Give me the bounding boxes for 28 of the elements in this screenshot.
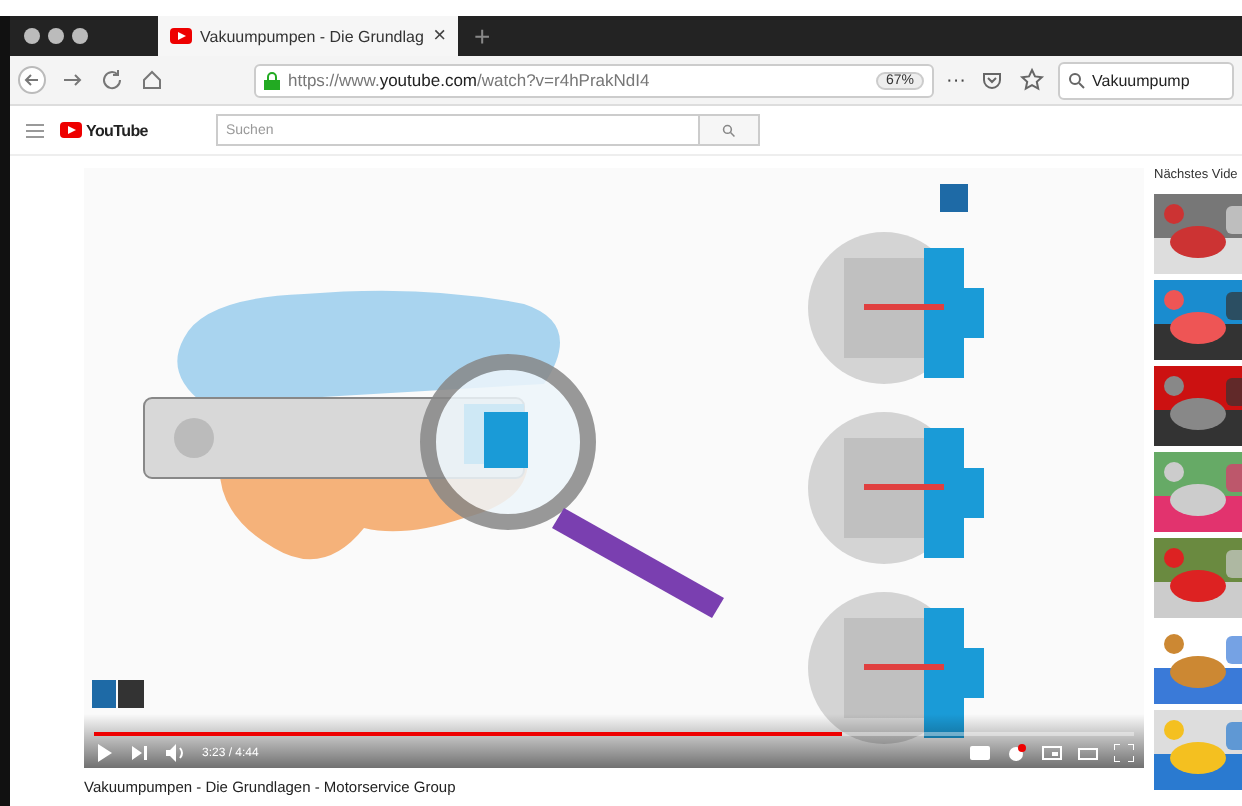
search-icon — [722, 123, 736, 137]
tab-title: Vakuumpumpen - Die Grundlag — [200, 27, 426, 45]
volume-button[interactable] — [166, 744, 186, 762]
star-icon[interactable] — [1018, 66, 1046, 94]
settings-button[interactable] — [1006, 744, 1026, 762]
reload-icon[interactable] — [98, 66, 126, 94]
site-logo[interactable]: YouTube — [86, 121, 148, 139]
new-tab-button[interactable]: + — [474, 20, 491, 52]
search-icon — [1068, 71, 1086, 89]
next-button[interactable] — [130, 744, 150, 762]
more-button[interactable]: ··· — [946, 69, 966, 91]
back-icon[interactable] — [18, 66, 46, 94]
close-icon[interactable]: × — [433, 24, 446, 48]
url-text: https://www.youtube.com/watch?v=r4hPrakNdI4 — [288, 70, 652, 90]
play-logo-icon — [170, 28, 192, 44]
window-controls[interactable] — [22, 26, 94, 46]
theater-button[interactable] — [1078, 744, 1098, 762]
menu-icon[interactable] — [26, 123, 44, 137]
play-logo-icon — [60, 122, 82, 138]
search-field[interactable]: Vakuumpump — [1058, 61, 1234, 99]
home-icon[interactable] — [138, 66, 166, 94]
browser-tab[interactable]: Vakuumpumpen - Die Grundlag × — [158, 16, 458, 56]
subtitles-button[interactable] — [970, 744, 990, 762]
play-button[interactable] — [94, 744, 114, 762]
channel-logo-icon[interactable] — [92, 680, 144, 708]
miniplayer-button[interactable] — [1042, 744, 1062, 762]
lock-icon — [264, 71, 280, 89]
fullscreen-button[interactable] — [1114, 744, 1134, 762]
